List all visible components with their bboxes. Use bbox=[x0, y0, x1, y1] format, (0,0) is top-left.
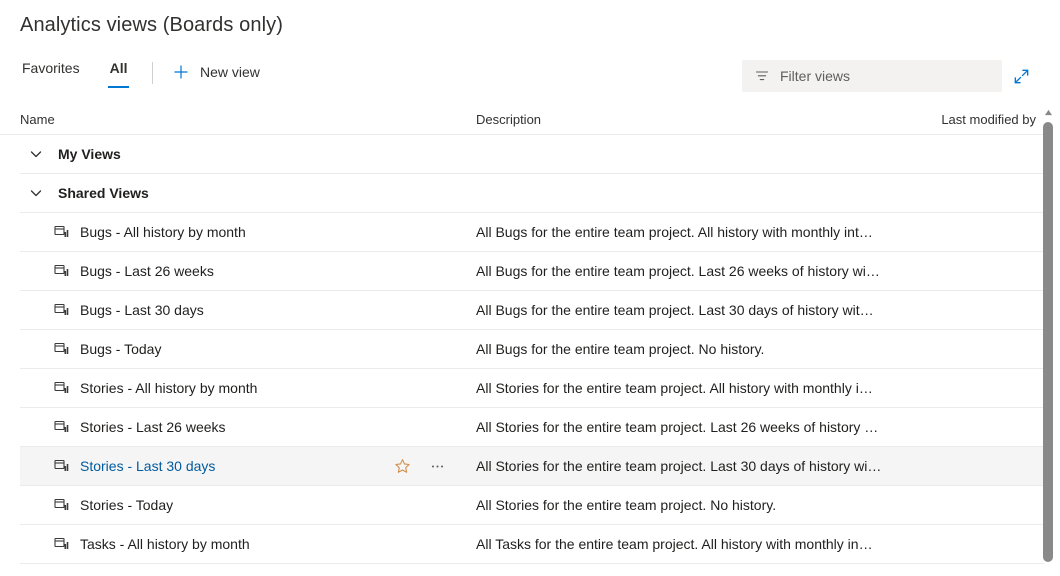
ellipsis-icon[interactable] bbox=[429, 458, 446, 475]
scrollbar-track[interactable] bbox=[1040, 120, 1056, 576]
filter-views-box[interactable] bbox=[742, 60, 1002, 92]
table-row[interactable]: Bugs - Today All Bugs for the entire team… bbox=[20, 330, 1044, 369]
tab-all[interactable]: All bbox=[107, 58, 130, 88]
analytics-view-icon bbox=[54, 302, 70, 318]
table-row[interactable]: Bugs - Last 30 days All Bugs for the enti… bbox=[20, 291, 1044, 330]
analytics-view-icon bbox=[54, 536, 70, 552]
view-name-link[interactable]: Bugs - All history by month bbox=[80, 224, 246, 240]
view-tabs: Favorites All bbox=[20, 58, 155, 96]
page-title: Analytics views (Boards only) bbox=[20, 14, 283, 36]
list-column-headers: Name Description Last modified by bbox=[0, 104, 1044, 135]
chevron-down-icon bbox=[28, 146, 44, 162]
table-row[interactable]: Stories - Today All Stories for the entir… bbox=[20, 486, 1044, 525]
tab-favorites[interactable]: Favorites bbox=[20, 58, 82, 88]
analytics-view-icon bbox=[54, 341, 70, 357]
table-row[interactable]: Stories - Last 26 weeks All Stories for t… bbox=[20, 408, 1044, 447]
analytics-views-page: Analytics views (Boards only) Favorites … bbox=[0, 0, 1060, 576]
row-actions bbox=[394, 447, 446, 486]
filter-icon bbox=[754, 68, 770, 84]
view-name-link[interactable]: Stories - Today bbox=[80, 497, 173, 513]
view-name-link[interactable]: Bugs - Last 26 weeks bbox=[80, 263, 214, 279]
views-rows: Bugs - All history by month All Bugs for … bbox=[0, 213, 1044, 564]
column-header-last-modified-by[interactable]: Last modified by bbox=[941, 112, 1036, 127]
column-header-description[interactable]: Description bbox=[476, 112, 541, 127]
view-name-link[interactable]: Tasks - All history by month bbox=[80, 536, 250, 552]
view-description: All Tasks for the entire team project. A… bbox=[476, 536, 873, 552]
table-row[interactable]: Bugs - All history by month All Bugs for … bbox=[20, 213, 1044, 252]
scrollbar-thumb[interactable] bbox=[1043, 122, 1053, 562]
view-description: All Stories for the entire team project.… bbox=[476, 380, 873, 396]
group-header-shared-views[interactable]: Shared Views bbox=[20, 174, 1044, 213]
table-row[interactable]: Stories - Last 30 days All Stories for th… bbox=[20, 447, 1044, 486]
group-label: Shared Views bbox=[58, 185, 149, 201]
view-description: All Bugs for the entire team project. No… bbox=[476, 341, 765, 357]
group-label: My Views bbox=[58, 146, 121, 162]
analytics-view-icon bbox=[54, 380, 70, 396]
view-name-link[interactable]: Stories - All history by month bbox=[80, 380, 257, 396]
view-description: All Bugs for the entire team project. La… bbox=[476, 263, 880, 279]
view-name-link[interactable]: Stories - Last 30 days bbox=[80, 458, 215, 474]
caret-up-icon[interactable] bbox=[1040, 104, 1056, 120]
table-row[interactable]: Stories - All history by month All Storie… bbox=[20, 369, 1044, 408]
view-description: All Stories for the entire team project.… bbox=[476, 458, 882, 474]
view-name-link[interactable]: Bugs - Today bbox=[80, 341, 161, 357]
star-outline-icon[interactable] bbox=[394, 458, 411, 475]
new-view-button[interactable]: New view bbox=[172, 58, 260, 86]
view-description: All Stories for the entire team project.… bbox=[476, 419, 879, 435]
search-input[interactable] bbox=[780, 68, 994, 84]
plus-icon bbox=[172, 63, 190, 81]
vertical-scrollbar[interactable] bbox=[1040, 104, 1056, 576]
toolbar-divider bbox=[152, 62, 153, 84]
new-view-label: New view bbox=[200, 64, 260, 80]
column-header-name[interactable]: Name bbox=[20, 112, 55, 127]
analytics-view-icon bbox=[54, 497, 70, 513]
analytics-view-icon bbox=[54, 224, 70, 240]
chevron-down-icon bbox=[28, 185, 44, 201]
group-header-my-views[interactable]: My Views bbox=[20, 135, 1044, 174]
table-row[interactable]: Tasks - All history by month All Tasks fo… bbox=[20, 525, 1044, 564]
view-name-link[interactable]: Bugs - Last 30 days bbox=[80, 302, 204, 318]
view-description: All Stories for the entire team project.… bbox=[476, 497, 777, 513]
view-description: All Bugs for the entire team project. La… bbox=[476, 302, 874, 318]
table-row[interactable]: Bugs - Last 26 weeks All Bugs for the ent… bbox=[20, 252, 1044, 291]
analytics-view-icon bbox=[54, 419, 70, 435]
analytics-view-icon bbox=[54, 263, 70, 279]
view-name-link[interactable]: Stories - Last 26 weeks bbox=[80, 419, 226, 435]
views-list: Name Description Last modified by My Vie… bbox=[0, 104, 1044, 576]
analytics-view-icon bbox=[54, 458, 70, 474]
view-description: All Bugs for the entire team project. Al… bbox=[476, 224, 873, 240]
expand-fullscreen-button[interactable] bbox=[1008, 63, 1034, 89]
